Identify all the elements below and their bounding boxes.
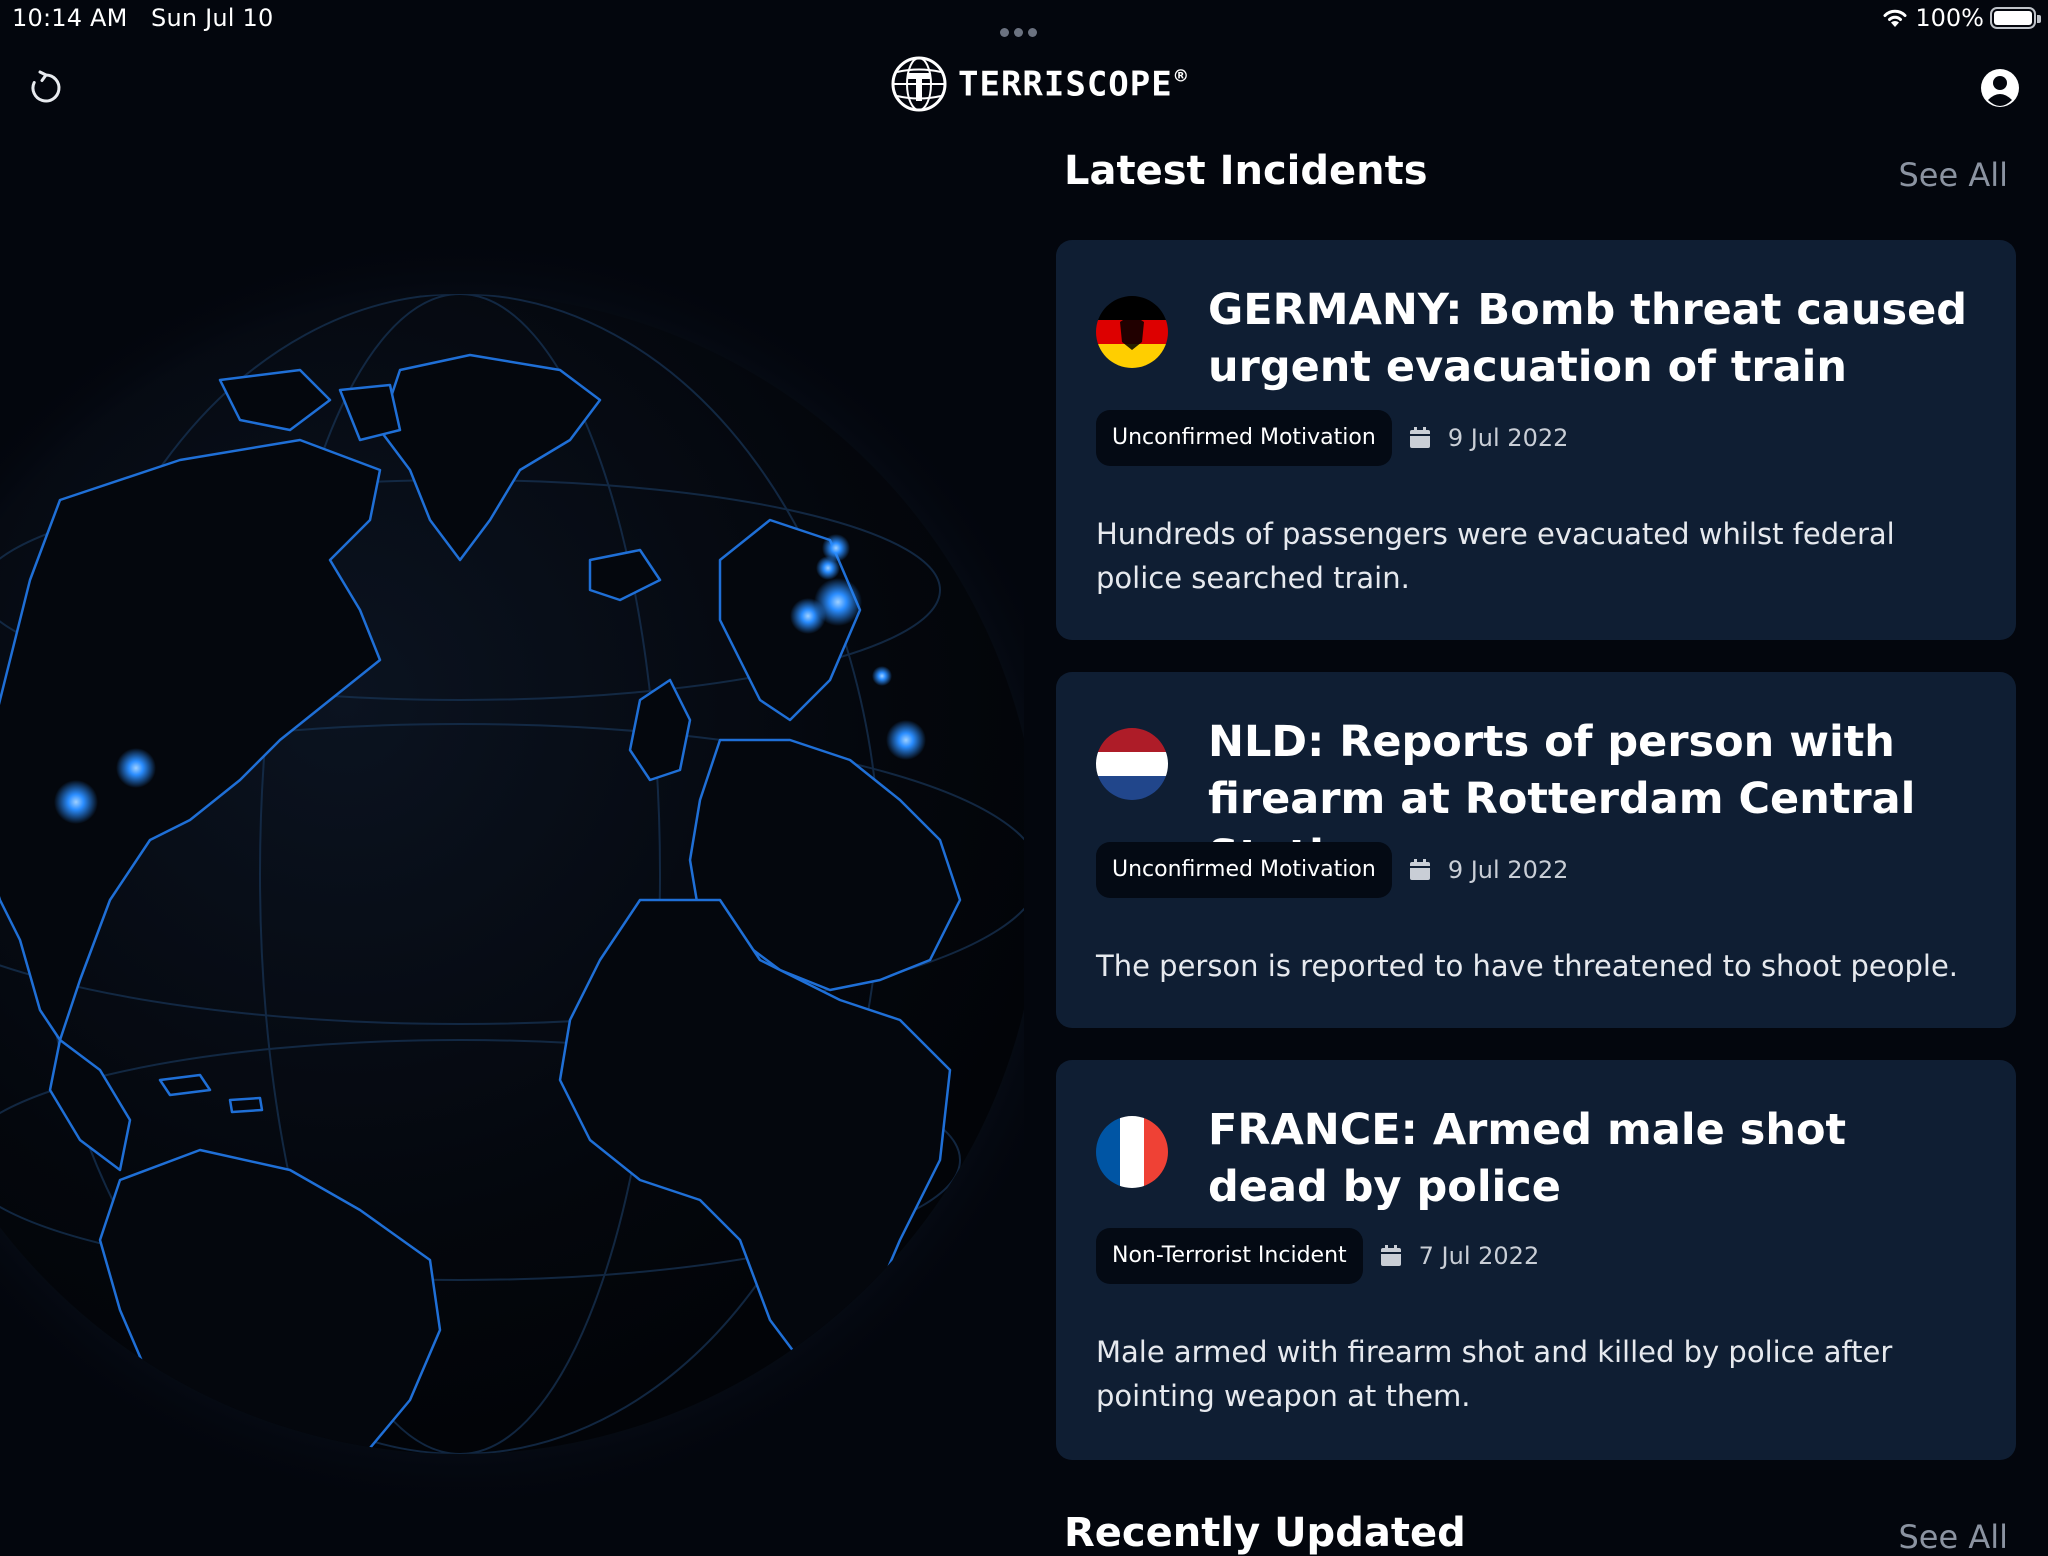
incident-meta: Unconfirmed Motivation 9 Jul 2022 (1096, 842, 1568, 898)
globe-logo-icon (891, 56, 947, 112)
clock: 10:14 AM (12, 4, 128, 32)
app-logo: TERRISCOPE ® (890, 54, 1188, 114)
motivation-tag: Unconfirmed Motivation (1096, 410, 1392, 466)
wifi-icon (1883, 9, 1907, 27)
status-time: 10:14 AM Sun Jul 10 (12, 4, 273, 32)
multitasking-dots-icon[interactable] (1000, 22, 1048, 37)
battery-percentage: 100% (1915, 4, 1984, 32)
incident-card[interactable]: NLD: Reports of person with firearm at R… (1056, 672, 2016, 1028)
incident-date: 9 Jul 2022 (1447, 856, 1569, 884)
see-all-updated-link[interactable]: See All (1898, 1518, 2008, 1556)
germany-flag-icon (1096, 296, 1168, 368)
status-bar: 10:14 AM Sun Jul 10 100% (0, 0, 2048, 40)
latest-incidents-heading: Latest Incidents (1064, 148, 1428, 194)
incident-meta: Non-Terrorist Incident 7 Jul 2022 (1096, 1228, 1539, 1284)
incident-card[interactable]: FRANCE: Armed male shot dead by police N… (1056, 1060, 2016, 1460)
calendar-icon (1409, 859, 1430, 880)
refresh-icon[interactable] (26, 68, 66, 108)
incident-title: GERMANY: Bomb threat caused urgent evacu… (1208, 285, 1968, 392)
incident-date: 7 Jul 2022 (1418, 1242, 1540, 1270)
incident-description: The person is reported to have threatene… (1096, 949, 1959, 983)
profile-icon[interactable] (1980, 68, 2020, 108)
incident-meta: Unconfirmed Motivation 9 Jul 2022 (1096, 410, 1568, 466)
app-name: TERRISCOPE ® (958, 63, 1188, 105)
globe-map[interactable] (0, 140, 1024, 1536)
battery-icon (1990, 7, 2041, 29)
netherlands-flag-icon (1096, 728, 1168, 800)
status-date: Sun Jul 10 (151, 4, 274, 32)
incident-title: FRANCE: Armed male shot dead by police (1208, 1105, 1847, 1212)
calendar-icon (1409, 427, 1430, 448)
globe-visualization[interactable] (0, 140, 1024, 1536)
recently-updated-heading: Recently Updated (1064, 1510, 1466, 1556)
calendar-icon (1380, 1245, 1401, 1266)
incident-card[interactable]: GERMANY: Bomb threat caused urgent evacu… (1056, 240, 2016, 640)
france-flag-icon (1096, 1116, 1168, 1188)
status-indicators: 100% (1881, 4, 2041, 32)
motivation-tag: Non-Terrorist Incident (1096, 1228, 1363, 1284)
see-all-incidents-link[interactable]: See All (1898, 156, 2008, 194)
incident-description: Hundreds of passengers were evacuated wh… (1096, 517, 1895, 595)
motivation-tag: Unconfirmed Motivation (1096, 842, 1392, 898)
incident-description: Male armed with firearm shot and killed … (1096, 1335, 1893, 1413)
incident-date: 9 Jul 2022 (1447, 424, 1569, 452)
